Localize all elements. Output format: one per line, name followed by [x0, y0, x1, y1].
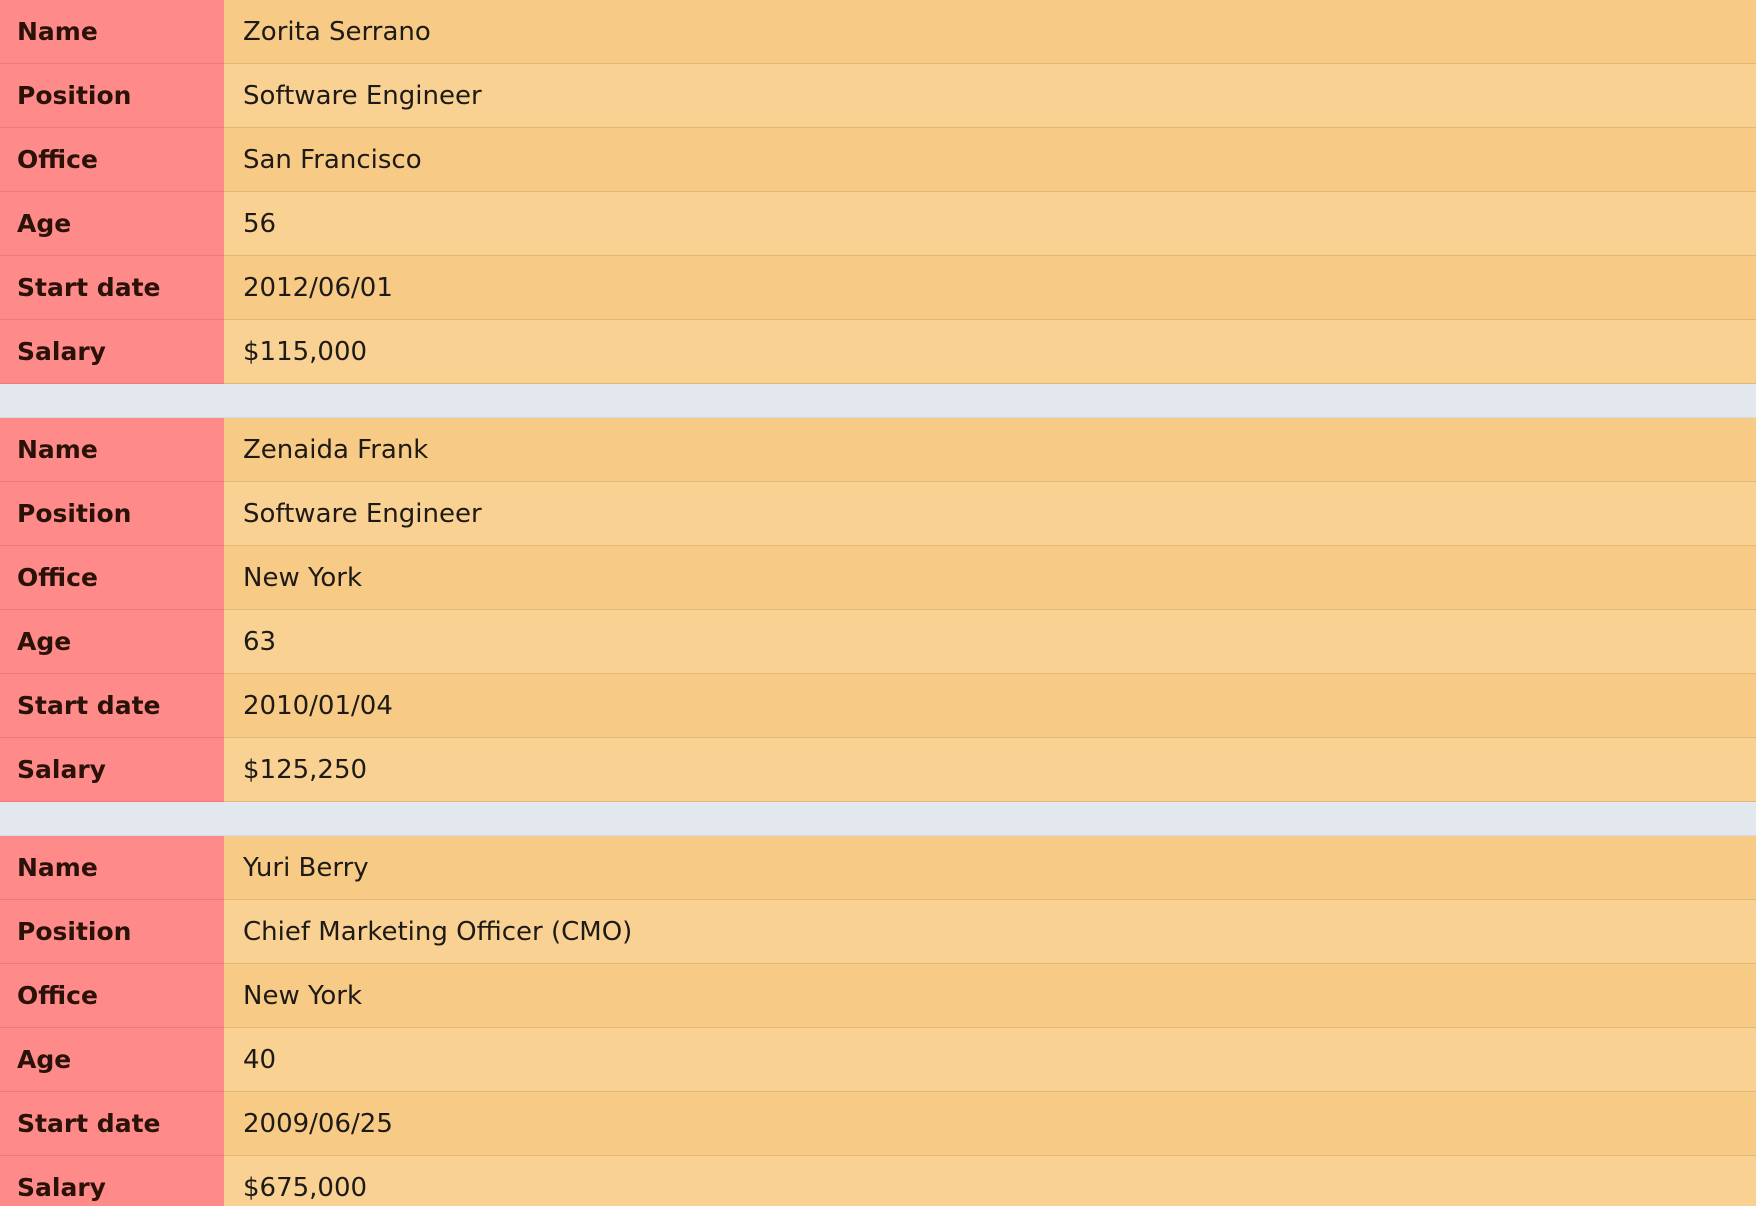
field-label: Age: [0, 192, 224, 256]
field-value-age: 40: [224, 1028, 1756, 1091]
field-row-start-date: Start date 2010/01/04: [0, 674, 1756, 738]
field-row-name: Name Yuri Berry: [0, 836, 1756, 900]
field-label: Start date: [0, 674, 224, 738]
field-label: Age: [0, 610, 224, 674]
field-label: Position: [0, 900, 224, 964]
field-label: Start date: [0, 256, 224, 320]
field-value-office: San Francisco: [224, 128, 1756, 191]
field-value-office: New York: [224, 964, 1756, 1027]
field-row-age: Age 56: [0, 192, 1756, 256]
field-value-office: New York: [224, 546, 1756, 609]
field-row-name: Name Zenaida Frank: [0, 418, 1756, 482]
field-label: Position: [0, 64, 224, 128]
employee-records: Name Zorita Serrano Position Software En…: [0, 0, 1756, 1206]
field-label: Salary: [0, 1156, 224, 1206]
field-value-position: Software Engineer: [224, 64, 1756, 127]
field-label: Office: [0, 546, 224, 610]
field-value-start-date: 2009/06/25: [224, 1092, 1756, 1155]
field-label: Start date: [0, 1092, 224, 1156]
field-row-age: Age 63: [0, 610, 1756, 674]
field-value-position: Chief Marketing Officer (CMO): [224, 900, 1756, 963]
field-row-start-date: Start date 2009/06/25: [0, 1092, 1756, 1156]
field-value-name: Zorita Serrano: [224, 0, 1756, 63]
field-row-salary: Salary $675,000: [0, 1156, 1756, 1206]
field-label: Name: [0, 836, 224, 900]
field-value-name: Yuri Berry: [224, 836, 1756, 899]
field-value-age: 63: [224, 610, 1756, 673]
field-value-name: Zenaida Frank: [224, 418, 1756, 481]
field-row-office: Office New York: [0, 546, 1756, 610]
field-value-age: 56: [224, 192, 1756, 255]
field-row-salary: Salary $115,000: [0, 320, 1756, 384]
field-row-position: Position Software Engineer: [0, 64, 1756, 128]
field-label: Name: [0, 0, 224, 64]
field-value-start-date: 2010/01/04: [224, 674, 1756, 737]
field-label: Office: [0, 128, 224, 192]
field-row-office: Office San Francisco: [0, 128, 1756, 192]
record-separator: [0, 802, 1756, 836]
field-row-salary: Salary $125,250: [0, 738, 1756, 802]
field-row-name: Name Zorita Serrano: [0, 0, 1756, 64]
employee-record: Name Zorita Serrano Position Software En…: [0, 0, 1756, 384]
employee-record: Name Yuri Berry Position Chief Marketing…: [0, 836, 1756, 1206]
employee-record: Name Zenaida Frank Position Software Eng…: [0, 418, 1756, 802]
record-separator: [0, 384, 1756, 418]
field-value-start-date: 2012/06/01: [224, 256, 1756, 319]
field-value-position: Software Engineer: [224, 482, 1756, 545]
field-label: Salary: [0, 320, 224, 384]
field-label: Age: [0, 1028, 224, 1092]
field-label: Position: [0, 482, 224, 546]
field-value-salary: $115,000: [224, 320, 1756, 383]
field-label: Name: [0, 418, 224, 482]
field-value-salary: $125,250: [224, 738, 1756, 801]
field-row-position: Position Chief Marketing Officer (CMO): [0, 900, 1756, 964]
field-row-position: Position Software Engineer: [0, 482, 1756, 546]
field-label: Office: [0, 964, 224, 1028]
field-value-salary: $675,000: [224, 1156, 1756, 1206]
field-row-office: Office New York: [0, 964, 1756, 1028]
field-row-age: Age 40: [0, 1028, 1756, 1092]
field-label: Salary: [0, 738, 224, 802]
field-row-start-date: Start date 2012/06/01: [0, 256, 1756, 320]
